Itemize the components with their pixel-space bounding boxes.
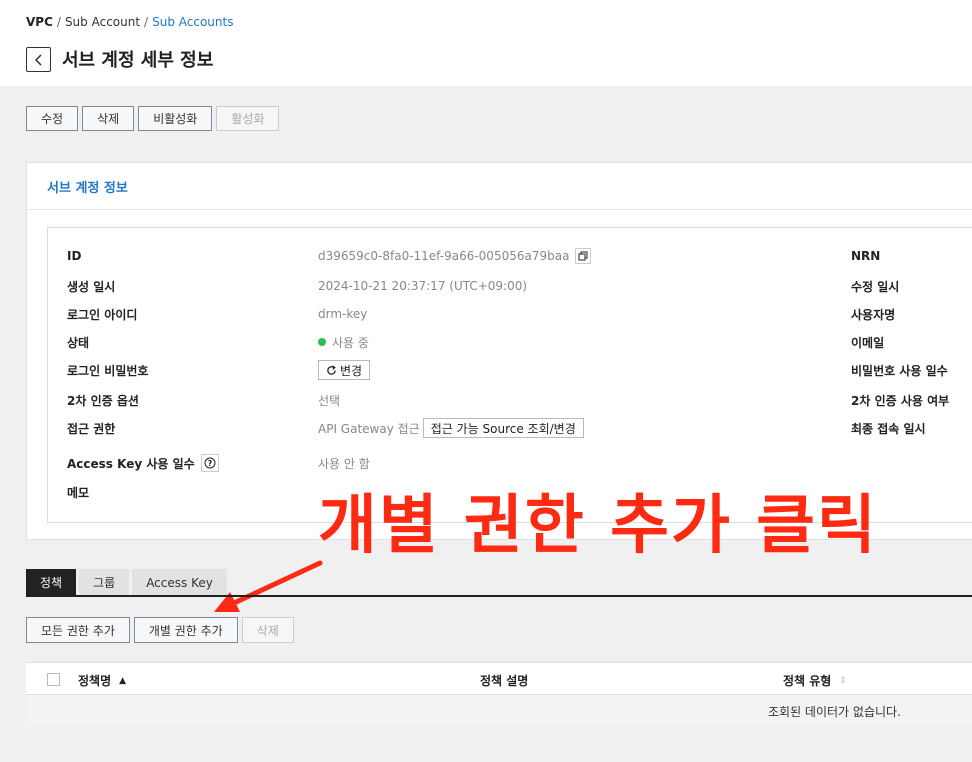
access-value: API Gateway 접근 <box>318 421 420 436</box>
tab-group[interactable]: 그룹 <box>79 569 130 596</box>
page-header: VPC / Sub Account / Sub Accounts 서브 계정 세… <box>0 0 972 86</box>
column-policy-name[interactable]: 정책명 ▲ <box>78 672 126 689</box>
access-label: 접근 권한 <box>67 421 116 436</box>
delete-button[interactable]: 삭제 <box>82 106 135 131</box>
refresh-icon <box>327 364 336 375</box>
select-all-checkbox[interactable] <box>47 673 60 686</box>
deactivate-button[interactable]: 비활성화 <box>138 106 213 131</box>
change-password-button[interactable]: 변경 <box>318 360 371 380</box>
column-policy-type-label: 정책 유형 <box>783 674 832 688</box>
tab-policy[interactable]: 정책 <box>26 569 77 596</box>
panel-title: 서브 계정 정보 <box>47 181 128 196</box>
access-source-button[interactable]: 접근 가능 Source 조회/변경 <box>422 418 584 438</box>
id-value-group: d39659c0-8fa0-11ef-9a66-005056a79baa <box>318 248 592 264</box>
breadcrumb-sub-accounts[interactable]: Sub Accounts <box>152 15 233 29</box>
chevron-left-icon <box>34 53 42 66</box>
annotation-text: 개별 권한 추가 클릭 <box>318 489 878 563</box>
mfa-enabled-label: 2차 인증 사용 여부 <box>851 393 950 408</box>
svg-text:?: ? <box>207 459 212 468</box>
last-login-label: 최종 접속 일시 <box>851 421 926 436</box>
modified-label: 수정 일시 <box>851 279 900 294</box>
info-row-mfa: 2차 인증 옵션 선택 2차 인증 사용 여부 <box>67 390 972 410</box>
login-id-label: 로그인 아이디 <box>67 307 138 322</box>
password-value-group: 변경 <box>318 360 371 380</box>
status-value-group: 사용 중 <box>318 334 369 351</box>
access-key-days-label: Access Key 사용 일수 <box>67 456 195 471</box>
memo-label: 메모 <box>67 485 90 500</box>
status-label: 상태 <box>67 335 90 350</box>
password-days-label: 비밀번호 사용 일수 <box>851 363 948 378</box>
policy-table: 정책명 ▲ 정책 설명 정책 유형 ⇕ 조회된 데이터가 없습니다. <box>26 662 972 726</box>
created-value: 2024-10-21 20:37:17 (UTC+09:00) <box>318 279 528 293</box>
page-title: 서브 계정 세부 정보 <box>62 50 214 71</box>
table-body: 조회된 데이터가 없습니다. <box>26 695 972 726</box>
status-dot-icon <box>318 338 326 346</box>
detail-toolbar: 수정 삭제 비활성화 활성화 <box>26 106 280 131</box>
mfa-value: 선택 <box>318 393 341 408</box>
column-policy-description: 정책 설명 <box>480 674 529 688</box>
access-key-days-label-group: Access Key 사용 일수 ? <box>67 454 219 472</box>
empty-message: 조회된 데이터가 없습니다. <box>768 705 901 719</box>
edit-button[interactable]: 수정 <box>26 106 79 131</box>
add-all-permissions-button[interactable]: 모든 권한 추가 <box>26 617 130 643</box>
copy-icon[interactable] <box>575 248 592 264</box>
info-row-created: 생성 일시 2024-10-21 20:37:17 (UTC+09:00) 수정… <box>67 276 972 296</box>
policy-actions: 모든 권한 추가 개별 권한 추가 삭제 <box>26 617 294 643</box>
mfa-label: 2차 인증 옵션 <box>67 393 139 408</box>
info-row-id: ID d39659c0-8fa0-11ef-9a66-005056a79baa … <box>67 246 972 266</box>
detail-tabs: 정책 그룹 Access Key <box>26 569 227 596</box>
breadcrumb-vpc[interactable]: VPC <box>26 15 53 29</box>
nrn-label: NRN <box>851 249 881 263</box>
activate-button: 활성화 <box>216 106 280 131</box>
info-row-access-key-days: Access Key 사용 일수 ? 사용 안 함 <box>67 453 972 473</box>
password-label: 로그인 비밀번호 <box>67 363 149 378</box>
breadcrumb-separator: / <box>144 15 149 29</box>
tab-underline <box>26 595 972 597</box>
access-value-group: API Gateway 접근 접근 가능 Source 조회/변경 <box>318 418 584 438</box>
created-label: 생성 일시 <box>67 279 116 294</box>
breadcrumb-separator: / <box>56 15 61 29</box>
breadcrumb-sub-account[interactable]: Sub Account <box>65 15 140 29</box>
info-row-password: 로그인 비밀번호 변경 비밀번호 사용 일수 <box>67 360 972 380</box>
delete-policy-button: 삭제 <box>241 617 294 643</box>
email-label: 이메일 <box>851 335 885 350</box>
column-policy-type[interactable]: 정책 유형 ⇕ <box>783 672 847 689</box>
sort-asc-icon: ▲ <box>119 675 127 686</box>
breadcrumb: VPC / Sub Account / Sub Accounts <box>26 15 233 29</box>
tab-access-key[interactable]: Access Key <box>132 569 227 596</box>
column-policy-name-label: 정책명 <box>78 674 112 688</box>
id-value: d39659c0-8fa0-11ef-9a66-005056a79baa <box>318 249 570 263</box>
info-row-access: 접근 권한 API Gateway 접근 접근 가능 Source 조회/변경 … <box>67 418 972 438</box>
back-button[interactable] <box>26 47 51 72</box>
access-key-days-value: 사용 안 함 <box>318 456 370 471</box>
change-password-label: 변경 <box>340 363 363 378</box>
table-header: 정책명 ▲ 정책 설명 정책 유형 ⇕ <box>26 662 972 695</box>
help-icon[interactable]: ? <box>200 454 219 472</box>
status-value: 사용 중 <box>332 335 369 350</box>
sort-icon: ⇕ <box>839 675 847 686</box>
id-label: ID <box>67 249 82 263</box>
divider <box>27 209 972 210</box>
info-row-login-id: 로그인 아이디 drm-key 사용자명 <box>67 304 972 324</box>
login-id-value: drm-key <box>318 307 368 321</box>
add-individual-permission-button[interactable]: 개별 권한 추가 <box>133 617 238 643</box>
username-label: 사용자명 <box>851 307 896 322</box>
info-row-status: 상태 사용 중 이메일 <box>67 332 972 352</box>
